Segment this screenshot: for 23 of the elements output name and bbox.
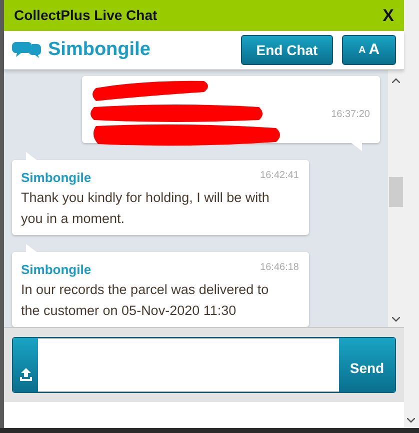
upload-icon xyxy=(18,367,32,382)
close-button[interactable]: X xyxy=(382,2,394,28)
message-time: 16:46:18 xyxy=(260,261,299,275)
scroll-down-icon[interactable] xyxy=(407,418,415,423)
speech-bubbles-icon xyxy=(12,39,42,61)
window-title: CollectPlus Live Chat xyxy=(14,6,158,25)
scroll-thumb[interactable] xyxy=(389,177,403,207)
scroll-down-icon[interactable] xyxy=(392,317,400,322)
scroll-up-icon[interactable] xyxy=(392,78,400,83)
page-scrollbar[interactable] xyxy=(404,0,419,428)
agent-name: Simbongile xyxy=(48,38,152,62)
scrollbar[interactable] xyxy=(388,70,404,327)
sender-name: Simbongile xyxy=(21,169,92,187)
message-time: 16:37:20 xyxy=(331,108,370,122)
end-chat-button[interactable]: End Chat xyxy=(241,35,333,65)
sender-name: Simbongile xyxy=(21,261,92,279)
message-text: Thank you kindly for holding, I will be with you in a moment. xyxy=(21,189,270,228)
message-text: In our records the parcel was delivered to the customer on 05-Nov-2020 11:30 xyxy=(21,281,270,320)
font-size-button[interactable]: A A xyxy=(342,35,396,65)
send-button[interactable]: Send xyxy=(339,338,395,392)
message-time: 16:42:41 xyxy=(260,169,299,183)
message-input[interactable] xyxy=(38,338,339,392)
upload-button[interactable] xyxy=(13,338,38,392)
